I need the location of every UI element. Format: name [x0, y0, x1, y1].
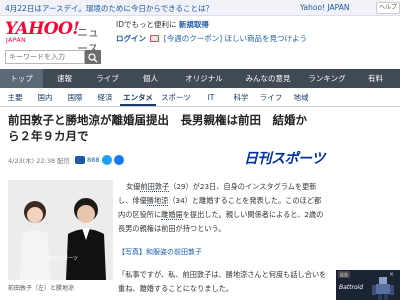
login-promo: IDでもっと便利に 新規取得 ログイン [今週のクーポン] ほしい商品を見つけよ… [116, 19, 307, 45]
term-link-divorce[interactable]: 離婚届 [161, 210, 183, 220]
category-economy[interactable]: 経済 [90, 88, 120, 106]
article-photo[interactable]: 日刊スポーツ [8, 180, 113, 280]
photo-watermark: 日刊スポーツ [48, 256, 78, 262]
category-entertainment[interactable]: エンタメ [120, 88, 156, 106]
primary-nav: トップ 速報 ライブ 個人 オリジナル みんなの意見 ランキング 有料 [0, 69, 400, 88]
publisher-logo[interactable]: 日刊スポーツ [244, 148, 325, 168]
nav-original[interactable]: オリジナル [172, 69, 236, 88]
ad-label: 広告 [338, 271, 350, 278]
comment-count[interactable]: 888 [87, 156, 99, 164]
category-nav: 主要 国内 国際 経済 エンタメ スポーツ IT 科学 ライフ 地域 [0, 88, 400, 107]
logo-sub: JAPAN [6, 37, 27, 44]
earth-day-promo-link[interactable]: 4月22日はアースデイ。環境のために今日からできることは？ [5, 3, 213, 14]
yahoo-japan-link[interactable]: Yahoo! JAPAN [300, 3, 349, 12]
search-input[interactable] [5, 50, 85, 64]
search-row [0, 48, 400, 66]
category-international[interactable]: 国際 [60, 88, 90, 106]
id-promo-text: IDでもっと便利に [116, 20, 177, 29]
person-right-figure [66, 198, 106, 280]
nav-individual[interactable]: 個人 [129, 69, 172, 88]
coupon-icon [150, 35, 160, 42]
body-text: 女優 [126, 182, 141, 191]
coupon-link[interactable]: [今週のクーポン] ほしい商品を見つけよう [164, 34, 307, 43]
header: YAHOO! JAPAN ニュース IDでもっと便利に 新規取得 ログイン [今… [0, 16, 400, 55]
category-life[interactable]: ライフ [256, 88, 286, 106]
article-title: 前田敦子と勝地涼が離婚届提出 長男親権は前田 結婚から２年９カ月で [8, 113, 307, 143]
nav-top[interactable]: トップ [0, 69, 43, 88]
nav-flash[interactable]: 速報 [43, 69, 86, 88]
search-button[interactable] [85, 50, 101, 64]
category-it[interactable]: IT [196, 88, 226, 106]
search-icon [88, 53, 98, 63]
nav-live[interactable]: ライブ [86, 69, 129, 88]
category-science[interactable]: 科学 [226, 88, 256, 106]
register-link[interactable]: 新規取得 [179, 20, 209, 29]
category-region[interactable]: 地域 [286, 88, 316, 106]
article-body: 女優前田敦子（29）が23日、自身のインスタグラムを更新し、俳優勝地涼（34）と… [118, 180, 328, 236]
person-left-figure [20, 201, 50, 280]
name-link-maeda[interactable]: 前田敦子 [140, 182, 170, 192]
nav-opinions[interactable]: みんなの意見 [236, 69, 300, 88]
login-link[interactable]: ログイン [116, 34, 146, 43]
category-main[interactable]: 主要 [0, 88, 30, 106]
publish-date: 4/23(木) 22:38 配信 [8, 157, 71, 165]
facebook-icon[interactable] [114, 155, 125, 165]
info-bar: 4月22日はアースデイ。環境のために今日からできることは？ Yahoo! JAP… [0, 0, 400, 16]
yahoo-news-logo[interactable]: YAHOO! JAPAN ニュース [5, 19, 105, 55]
photo-gallery-link[interactable]: 【写真】和服姿の前田敦子 [118, 247, 202, 257]
article-meta: 4/23(木) 22:38 配信 888 [8, 154, 126, 166]
ad-close-icon[interactable]: × [389, 271, 394, 278]
photo-caption: 前田敦子（左）と勝地涼 [8, 285, 75, 292]
nav-ranking[interactable]: ランキング [300, 69, 354, 88]
name-link-katsuji[interactable]: 勝地涼 [146, 196, 169, 206]
twitter-icon[interactable] [102, 155, 113, 165]
logo-main: YAHOO! [5, 19, 80, 39]
article-quote: 「私事ですが、私、前田敦子は、勝地涼さんと何度も話し合いを重ね、離婚することにな… [118, 270, 327, 293]
comment-icon[interactable] [75, 156, 86, 164]
nav-paid[interactable]: 有料 [354, 69, 397, 88]
ad-banner[interactable]: 広告 Battroid × [336, 270, 400, 300]
category-domestic[interactable]: 国内 [30, 88, 60, 106]
help-link[interactable]: ヘルプ [376, 2, 400, 14]
category-sports[interactable]: スポーツ [156, 88, 196, 106]
ad-title: Battroid [339, 284, 364, 291]
